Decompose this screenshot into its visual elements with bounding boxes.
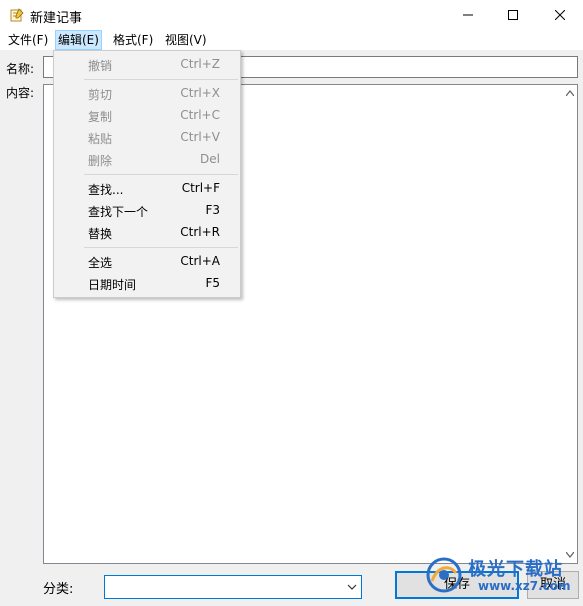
menu-separator bbox=[84, 174, 238, 175]
menu-format[interactable]: 格式(F) bbox=[111, 31, 155, 49]
menu-item-undo[interactable]: 撤销 Ctrl+Z bbox=[54, 54, 240, 76]
watermark-url: www.xz7.com bbox=[478, 579, 571, 593]
content-label: 内容: bbox=[6, 86, 35, 100]
menu-bar: 文件(F) 编辑(E) 格式(F) 视图(V) bbox=[0, 30, 583, 50]
edit-menu-dropdown: 撤销 Ctrl+Z 剪切 Ctrl+X 复制 Ctrl+C 粘贴 Ctrl+V … bbox=[53, 50, 241, 298]
menu-item-find-next[interactable]: 查找下一个 F3 bbox=[54, 200, 240, 222]
name-label: 名称: bbox=[6, 62, 35, 76]
close-button[interactable] bbox=[537, 0, 583, 30]
watermark-name: 极光下载站 bbox=[468, 559, 563, 580]
menu-item-cut[interactable]: 剪切 Ctrl+X bbox=[54, 83, 240, 105]
menu-item-replace[interactable]: 替换 Ctrl+R bbox=[54, 222, 240, 244]
note-edit-icon bbox=[10, 8, 24, 22]
minimize-button[interactable] bbox=[445, 0, 491, 30]
title-bar: 新建记事 bbox=[0, 0, 583, 31]
category-select[interactable] bbox=[104, 575, 362, 599]
menu-item-find[interactable]: 查找... Ctrl+F bbox=[54, 178, 240, 200]
category-label: 分类: bbox=[43, 582, 74, 597]
chevron-down-icon bbox=[347, 581, 357, 595]
menu-view[interactable]: 视图(V) bbox=[163, 31, 209, 49]
menu-edit[interactable]: 编辑(E) bbox=[55, 30, 102, 50]
scroll-up-icon[interactable] bbox=[565, 88, 575, 98]
aurora-logo-icon bbox=[424, 555, 464, 598]
close-icon bbox=[555, 10, 565, 20]
menu-separator bbox=[84, 79, 238, 80]
maximize-icon bbox=[508, 10, 518, 20]
maximize-button[interactable] bbox=[490, 0, 536, 30]
menu-item-paste[interactable]: 粘贴 Ctrl+V bbox=[54, 127, 240, 149]
menu-item-select-all[interactable]: 全选 Ctrl+A bbox=[54, 251, 240, 273]
menu-separator bbox=[84, 247, 238, 248]
minimize-icon bbox=[463, 14, 473, 16]
menu-item-copy[interactable]: 复制 Ctrl+C bbox=[54, 105, 240, 127]
menu-file[interactable]: 文件(F) bbox=[6, 31, 50, 49]
menu-item-delete[interactable]: 删除 Del bbox=[54, 149, 240, 171]
watermark: 极光下载站 www.xz7.com bbox=[424, 553, 583, 606]
window-title: 新建记事 bbox=[30, 11, 83, 26]
menu-item-datetime[interactable]: 日期时间 F5 bbox=[54, 273, 240, 295]
